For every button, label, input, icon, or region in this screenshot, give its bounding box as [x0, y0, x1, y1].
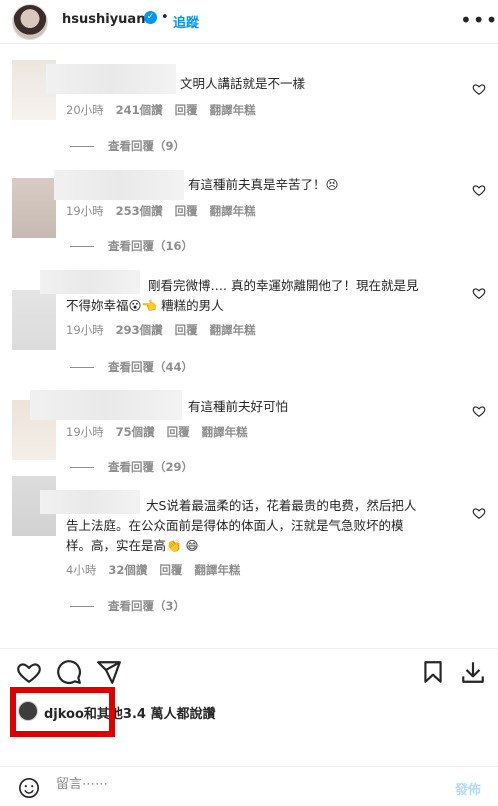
reply-button[interactable]: 回覆 [175, 204, 198, 218]
comment-time[interactable]: 19小時 [66, 204, 104, 218]
comment-input[interactable] [56, 777, 416, 792]
author-username[interactable]: hsushiyuan [62, 12, 145, 27]
comment-username-blurred [40, 270, 140, 294]
comment-text-line-1: 剛看完微博…. 真的幸運妳離開他了！現在就是見 [148, 278, 419, 293]
translate-button[interactable]: 翻譯年糕 [202, 425, 248, 439]
comment-like-heart-icon[interactable] [472, 404, 486, 418]
view-replies-button[interactable]: 查看回覆（44） [70, 359, 193, 375]
comment-username-blurred [54, 170, 184, 200]
comment-text: 有這種前夫好可怕 [188, 399, 289, 414]
author-avatar[interactable] [12, 4, 48, 40]
post-comment-button[interactable]: 發佈 [455, 779, 481, 798]
comment-meta: 20小時 241個讚 回覆 翻譯年糕 [66, 102, 268, 118]
comment-bubble-icon[interactable] [56, 659, 82, 685]
comment-meta: 4小時 32個讚 回覆 翻譯年糕 [66, 562, 252, 578]
view-replies-button[interactable]: 查看回覆（29） [70, 459, 193, 475]
comment-avatar[interactable] [12, 290, 56, 350]
separator-dot: • [161, 10, 169, 25]
download-icon[interactable] [460, 659, 486, 685]
emoji-icon[interactable] [18, 777, 40, 799]
comment-likes[interactable]: 75個讚 [116, 425, 155, 439]
verified-badge-icon: ✓ [144, 11, 157, 24]
comment-text-line-1: 大S说着最温柔的话，花着最贵的电费，然后把人 [146, 498, 417, 513]
red-highlight-box [10, 687, 115, 737]
translate-button[interactable]: 翻譯年糕 [194, 563, 240, 577]
comment-username-blurred [46, 64, 176, 94]
save-bookmark-icon[interactable] [420, 659, 446, 685]
comment-avatar[interactable] [12, 178, 56, 238]
comment-username-blurred [30, 390, 182, 420]
view-replies-label: 查看回覆（3） [108, 599, 186, 613]
translate-button[interactable]: 翻譯年糕 [210, 323, 256, 337]
follow-button[interactable]: 追蹤 [173, 12, 199, 31]
comment-meta: 19小時 293個讚 回覆 翻譯年糕 [66, 322, 268, 338]
comment-like-heart-icon[interactable] [472, 183, 486, 197]
comment-like-heart-icon[interactable] [472, 82, 486, 96]
view-replies-label: 查看回覆（16） [108, 239, 194, 253]
post-header: hsushiyuan ✓ • 追蹤 ••• [0, 0, 498, 44]
post-action-bar [0, 648, 498, 692]
view-replies-button[interactable]: 查看回覆（9） [70, 138, 185, 154]
translate-button[interactable]: 翻譯年糕 [210, 103, 256, 117]
comment-text: 文明人講話就是不一樣 [180, 76, 306, 91]
reply-button[interactable]: 回覆 [175, 323, 198, 337]
replies-line [70, 606, 94, 607]
comment-time[interactable]: 19小時 [66, 323, 104, 337]
comment-time[interactable]: 4小時 [66, 563, 96, 577]
view-replies-label: 查看回覆（44） [108, 360, 194, 374]
comment-likes[interactable]: 253個讚 [116, 204, 163, 218]
replies-line [70, 246, 94, 247]
view-replies-button[interactable]: 查看回覆（16） [70, 238, 193, 254]
like-heart-icon[interactable] [16, 659, 42, 685]
comment-text-line-2: 告上法庭。在公众面前是得体的体面人，汪就是气急败坏的模 [66, 518, 404, 533]
comment-likes[interactable]: 293個讚 [116, 323, 163, 337]
view-replies-label: 查看回覆（29） [108, 460, 194, 474]
more-options-button[interactable]: ••• [460, 8, 498, 32]
translate-button[interactable]: 翻譯年糕 [210, 204, 256, 218]
share-send-icon[interactable] [96, 659, 122, 685]
comment-text: 有這種前夫真是辛苦了！😣 [188, 177, 339, 192]
view-replies-label: 查看回覆（9） [108, 139, 186, 153]
comment-text-line-3: 样。高，实在是高👏 😄 [66, 538, 199, 553]
comment-time[interactable]: 20小時 [66, 103, 104, 117]
comment-time[interactable]: 19小時 [66, 425, 104, 439]
comment-likes[interactable]: 241個讚 [116, 103, 163, 117]
reply-button[interactable]: 回覆 [159, 563, 182, 577]
view-replies-button[interactable]: 查看回覆（3） [70, 598, 185, 614]
comment-likes[interactable]: 32個讚 [108, 563, 147, 577]
comment-meta: 19小時 253個讚 回覆 翻譯年糕 [66, 203, 268, 219]
replies-line [70, 367, 94, 368]
comment-like-heart-icon[interactable] [472, 286, 486, 300]
reply-button[interactable]: 回覆 [175, 103, 198, 117]
replies-line [70, 467, 94, 468]
comment-like-heart-icon[interactable] [472, 506, 486, 520]
comment-meta: 19小時 75個讚 回覆 翻譯年糕 [66, 424, 260, 440]
reply-button[interactable]: 回覆 [167, 425, 190, 439]
comment-username-blurred [40, 490, 140, 514]
replies-line [70, 146, 94, 147]
comment-text-line-2: 不得妳幸福😮👈 糟糕的男人 [66, 298, 224, 313]
comment-composer: 發佈 [0, 766, 498, 806]
